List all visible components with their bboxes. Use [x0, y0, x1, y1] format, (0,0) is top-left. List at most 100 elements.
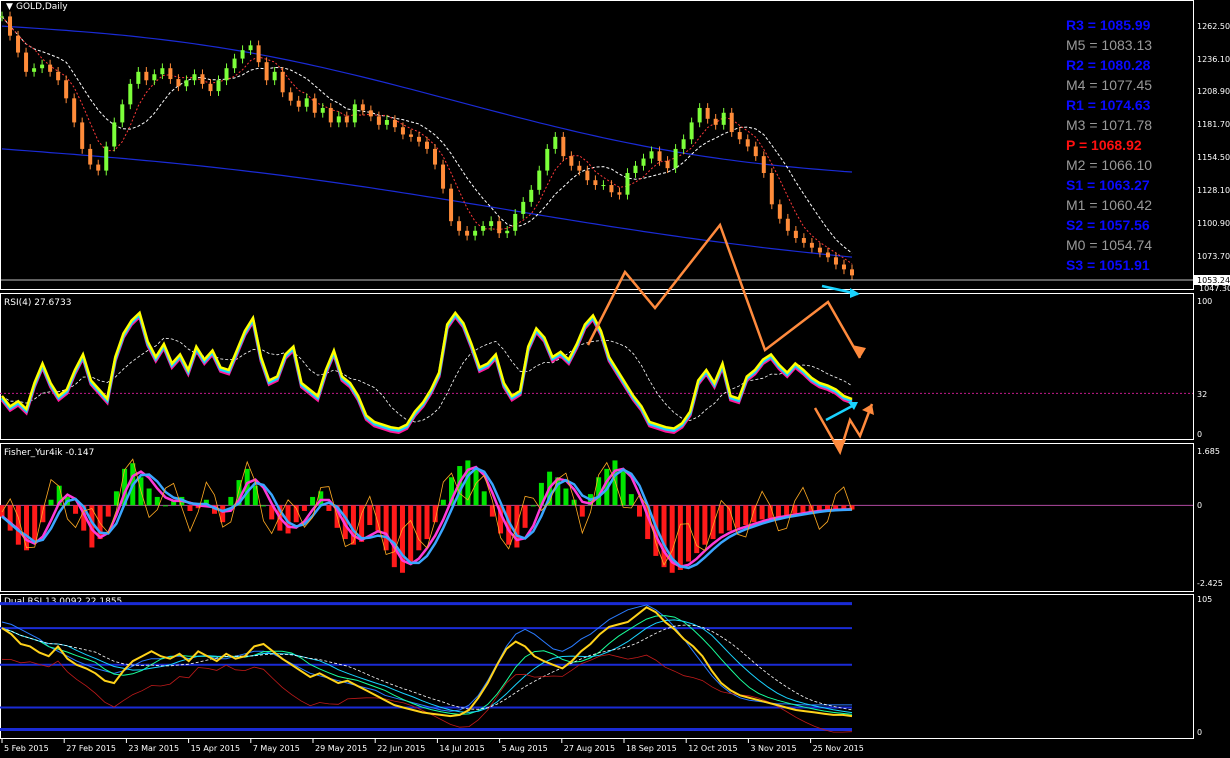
- candle-body: [328, 107, 333, 123]
- pivot-level-label: M1 = 1060.42: [1066, 197, 1152, 213]
- low-price-label: 1047.30: [1199, 284, 1230, 293]
- candle-body: [505, 230, 510, 234]
- candle-body: [673, 148, 678, 169]
- candle-body: [296, 100, 301, 107]
- fisher-bar: [350, 505, 356, 545]
- candle-body: [601, 185, 606, 187]
- candle-body: [152, 74, 157, 81]
- candle-body: [833, 257, 838, 265]
- fisher-bar: [399, 505, 405, 573]
- candle-body: [617, 192, 622, 195]
- dual-rsi-1: [1, 606, 853, 718]
- candle-body: [729, 112, 734, 133]
- fisher-bar: [743, 505, 749, 526]
- fisher-bar: [105, 505, 111, 517]
- candle-body: [657, 151, 662, 161]
- pivot-level-label: R3 = 1085.99: [1066, 17, 1151, 33]
- dual-rsi-y-axis: 105 0: [1197, 595, 1212, 737]
- pivot-level-label: M2 = 1066.10: [1066, 157, 1152, 173]
- candle-body: [352, 104, 357, 123]
- fisher-y-axis: 1.685 0 -2.425: [1197, 447, 1223, 588]
- fisher-bar: [261, 505, 267, 507]
- candle-body: [272, 71, 277, 81]
- fisher-bar: [702, 505, 708, 545]
- candle-body: [441, 164, 446, 189]
- candle-body: [312, 98, 317, 113]
- rsi-panel-title: RSI(4) 27.6733: [4, 298, 71, 308]
- rsi-y-axis: 100 32 0: [1197, 297, 1212, 439]
- fisher-tick-bottom: -2.425: [1197, 579, 1223, 588]
- candle-body: [721, 112, 726, 125]
- candle-body: [8, 16, 13, 36]
- candle-body: [513, 213, 518, 231]
- price-tick-2: 1236.10: [1197, 55, 1230, 64]
- date-label: 27 Aug 2015: [564, 744, 615, 753]
- fisher-bar: [391, 505, 397, 568]
- fisher-bar: [686, 505, 692, 562]
- fisher-bar: [7, 505, 13, 531]
- fisher-bar: [677, 505, 683, 570]
- candle-body: [344, 116, 349, 123]
- candle-body: [192, 74, 197, 81]
- rsi-tick-100: 100: [1197, 297, 1212, 306]
- fisher-bar: [424, 505, 430, 540]
- candle-body: [841, 264, 846, 270]
- fisher-bar: [310, 496, 316, 506]
- fisher-bar: [579, 505, 585, 517]
- candle-body: [465, 230, 470, 236]
- candle-body: [360, 104, 365, 111]
- fisher-bar: [522, 505, 528, 528]
- candle-body: [545, 148, 550, 171]
- candle-body: [809, 242, 814, 248]
- pivot-level-label: R1 = 1074.63: [1066, 97, 1151, 113]
- fisher-bar: [530, 505, 536, 507]
- rsi-panel[interactable]: [0, 293, 1194, 440]
- candle-body: [104, 146, 109, 171]
- candle-body: [160, 68, 165, 75]
- annotation-arrows: [586, 222, 874, 456]
- candle-body: [569, 156, 574, 166]
- chart-canvas: ▼ GOLD,Daily RSI(4) 27.6733 Fisher_Yur4i…: [0, 0, 1230, 753]
- fisher-panel-title: Fisher_Yur4ik -0.147: [4, 448, 94, 458]
- candle-body: [489, 221, 494, 226]
- fisher-bar: [48, 499, 54, 506]
- date-label: 15 Apr 2015: [191, 744, 240, 753]
- fisher-bar: [367, 505, 373, 526]
- ma-slow: [1, 16, 853, 254]
- dual-rsi-plot: [0, 602, 853, 733]
- candle-body: [184, 80, 189, 87]
- price-tick-3: 1208.90: [1197, 87, 1230, 96]
- fisher-bar: [775, 505, 781, 517]
- price-tick-8: 1073.70: [1197, 252, 1230, 261]
- candle-body: [40, 64, 45, 69]
- fisher-panel[interactable]: [0, 443, 1194, 592]
- pivot-level-label: S1 = 1063.27: [1066, 177, 1150, 193]
- candle-body: [553, 136, 558, 149]
- candle-body: [850, 269, 854, 276]
- candle-body: [681, 139, 686, 149]
- price-panel[interactable]: [0, 0, 1194, 290]
- candle-body: [457, 221, 462, 231]
- candle-body: [537, 170, 542, 190]
- candle-body: [16, 35, 21, 53]
- candle-body: [761, 156, 766, 173]
- dual-rsi-2: [1, 604, 852, 712]
- date-label: 5 Feb 2015: [4, 744, 49, 753]
- candle-body: [176, 79, 181, 87]
- fisher-bar: [735, 505, 741, 528]
- candle-body: [416, 136, 421, 142]
- price-plot: [0, 11, 1193, 281]
- date-label: 25 Nov 2015: [813, 744, 864, 753]
- dual-rsi-panel[interactable]: [0, 594, 1194, 739]
- fisher-bar: [32, 505, 38, 542]
- dual-rsi-red: [1, 654, 853, 733]
- date-label: 14 Jul 2015: [439, 744, 484, 753]
- candle-body: [481, 225, 486, 231]
- candle-body: [625, 172, 630, 195]
- candle-body: [280, 71, 285, 93]
- candle-body: [473, 230, 478, 236]
- candle-body: [80, 122, 85, 149]
- candle-body: [320, 107, 325, 113]
- fisher-bar: [563, 488, 569, 506]
- fisher-bar: [162, 505, 168, 507]
